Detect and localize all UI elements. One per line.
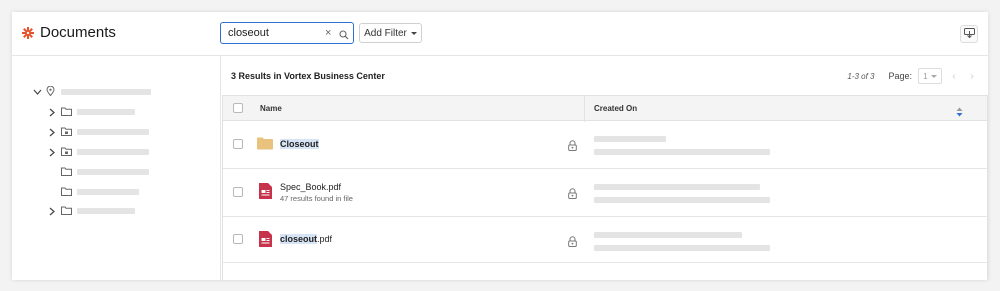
row-checkbox[interactable] bbox=[233, 234, 243, 244]
match-count: 47 results found in file bbox=[280, 194, 353, 203]
tree-folder-6[interactable] bbox=[47, 204, 135, 218]
column-divider bbox=[584, 96, 585, 122]
tree-label-placeholder bbox=[77, 149, 149, 155]
row-checkbox[interactable] bbox=[233, 187, 243, 197]
select-all-checkbox[interactable] bbox=[233, 103, 243, 113]
tree-label-placeholder bbox=[61, 89, 151, 95]
results-table: Name Created On Closeout Spec_Book.pdf 4… bbox=[222, 95, 988, 280]
search-value: closeout bbox=[228, 27, 269, 39]
name-match-highlight: Closeout bbox=[280, 139, 319, 149]
created-on-placeholder bbox=[594, 232, 742, 238]
folder-icon bbox=[61, 103, 72, 121]
chevron-right-icon[interactable] bbox=[47, 127, 57, 137]
chevron-down-icon bbox=[410, 31, 417, 35]
table-row[interactable]: Closeout bbox=[223, 121, 987, 169]
tree-folder-5[interactable] bbox=[57, 185, 139, 199]
folder-tree bbox=[12, 56, 221, 280]
results-panel: 3 Results in Vortex Business Center 1-3 … bbox=[222, 56, 988, 280]
folder-icon bbox=[61, 163, 72, 181]
locked-folder-icon bbox=[61, 123, 72, 141]
chevron-right-icon[interactable] bbox=[47, 206, 57, 216]
tree-label-placeholder bbox=[77, 189, 139, 195]
add-filter-button[interactable]: Add Filter bbox=[359, 23, 422, 43]
add-filter-label: Add Filter bbox=[364, 27, 407, 39]
lock-icon bbox=[568, 138, 577, 156]
app-window: Documents closeout × Add Filter 3 Result… bbox=[12, 12, 988, 280]
locked-folder-icon bbox=[61, 143, 72, 161]
chevron-right-icon[interactable] bbox=[47, 107, 57, 117]
next-page-button[interactable]: › bbox=[966, 68, 978, 84]
tree-folder-3[interactable] bbox=[47, 145, 149, 159]
folder-icon bbox=[257, 137, 273, 155]
created-by-placeholder bbox=[594, 197, 770, 203]
lock-icon bbox=[568, 234, 577, 252]
tree-folder-4[interactable] bbox=[57, 165, 149, 179]
column-header-name[interactable]: Name bbox=[260, 104, 282, 113]
tree-label-placeholder bbox=[77, 208, 135, 214]
chevron-down-icon[interactable] bbox=[32, 87, 42, 97]
tree-label-placeholder bbox=[77, 169, 149, 175]
file-name[interactable]: Closeout bbox=[280, 139, 319, 149]
column-header-created-on[interactable]: Created On bbox=[594, 104, 637, 113]
header: Documents closeout × Add Filter bbox=[12, 12, 988, 56]
page-value: 1 bbox=[923, 71, 928, 81]
clear-search-icon[interactable]: × bbox=[325, 26, 331, 40]
search-icon[interactable] bbox=[339, 27, 349, 45]
export-icon bbox=[963, 25, 975, 43]
folder-icon bbox=[61, 183, 72, 201]
page-label: Page: bbox=[888, 71, 912, 81]
table-row[interactable]: Spec_Book.pdf 47 results found in file bbox=[223, 169, 987, 217]
folder-icon bbox=[61, 202, 72, 220]
name-match-highlight: closeout bbox=[280, 234, 318, 244]
pdf-file-icon bbox=[259, 183, 272, 204]
table-header: Name Created On bbox=[223, 95, 987, 122]
file-name[interactable]: Spec_Book.pdf bbox=[280, 182, 341, 192]
results-title: 3 Results in Vortex Business Center bbox=[231, 71, 385, 81]
page-title: Documents bbox=[40, 24, 116, 41]
tree-folder-1[interactable] bbox=[47, 105, 135, 119]
location-pin-icon bbox=[46, 83, 55, 101]
row-checkbox[interactable] bbox=[233, 139, 243, 149]
search-input[interactable]: closeout × bbox=[220, 22, 354, 44]
file-name[interactable]: closeout.pdf bbox=[280, 234, 332, 244]
table-row[interactable]: closeout.pdf bbox=[223, 217, 987, 263]
export-button[interactable] bbox=[960, 25, 978, 43]
created-by-placeholder bbox=[594, 149, 770, 155]
pagination: 1-3 of 3 Page: 1 ‹ › bbox=[847, 68, 978, 84]
brand: Documents bbox=[22, 24, 116, 41]
created-by-placeholder bbox=[594, 245, 770, 251]
sort-icon[interactable] bbox=[956, 104, 963, 122]
chevron-right-icon[interactable] bbox=[47, 147, 57, 157]
pdf-file-icon bbox=[259, 231, 272, 252]
created-on-placeholder bbox=[594, 184, 760, 190]
lock-icon bbox=[568, 186, 577, 204]
created-on-placeholder bbox=[594, 136, 666, 142]
chevron-down-icon bbox=[930, 74, 937, 78]
tree-label-placeholder bbox=[77, 109, 135, 115]
tool-logo-icon bbox=[22, 26, 34, 39]
previous-page-button[interactable]: ‹ bbox=[948, 68, 960, 84]
tree-label-placeholder bbox=[77, 129, 149, 135]
results-range: 1-3 of 3 bbox=[847, 71, 875, 81]
page-select[interactable]: 1 bbox=[918, 68, 942, 84]
tree-folder-2[interactable] bbox=[47, 125, 149, 139]
tree-root[interactable] bbox=[32, 85, 151, 99]
